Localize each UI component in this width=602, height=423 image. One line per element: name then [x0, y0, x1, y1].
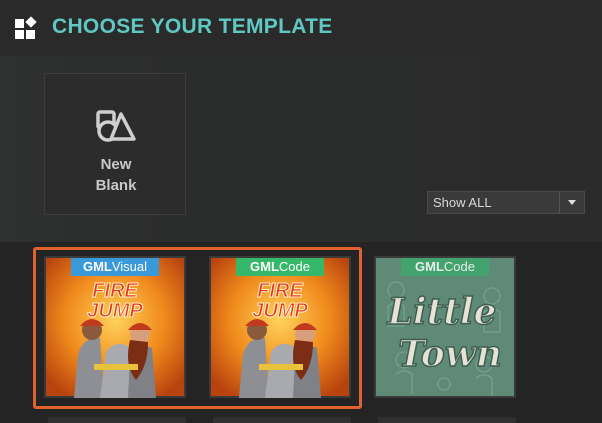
templates-icon	[15, 16, 37, 39]
template-tag: GMLVisual	[71, 258, 159, 276]
svg-text:FIRE: FIRE	[92, 280, 138, 302]
chevron-down-icon	[568, 200, 576, 205]
template-tag: GMLCode	[236, 258, 324, 276]
new-blank-label: New Blank	[45, 154, 187, 196]
header-bar: CHOOSE YOUR TEMPLATE	[0, 0, 602, 56]
page-title: CHOOSE YOUR TEMPLATE	[52, 15, 333, 38]
template-little-town-code[interactable]: GMLCode Little Town	[374, 256, 516, 398]
svg-text:JUMP: JUMP	[252, 300, 308, 320]
template-tag: GMLCode	[401, 258, 489, 276]
template-fire-jump-visual[interactable]: GMLVisual FIRE JUMP	[44, 256, 186, 398]
filter-selected-value: Show ALL	[433, 195, 492, 210]
fire-jump-logo: FIRE JUMP	[87, 280, 144, 321]
fire-jump-logo: FIRE JUMP	[252, 280, 309, 321]
svg-text:FIRE: FIRE	[257, 280, 303, 302]
template-fire-jump-code[interactable]: GMLCode FIRE JUMP	[209, 256, 351, 398]
svg-text:Little: Little	[387, 291, 497, 333]
little-town-logo: Little Town	[386, 290, 503, 376]
svg-text:Town: Town	[398, 333, 502, 375]
new-blank-line1: New	[100, 156, 132, 173]
svg-text:JUMP: JUMP	[87, 300, 143, 320]
new-blank-line2: Blank	[95, 177, 137, 194]
new-blank-button[interactable]: New Blank	[44, 73, 186, 215]
shapes-icon	[96, 110, 136, 142]
dropdown-toggle[interactable]	[559, 192, 584, 213]
filter-dropdown[interactable]: Show ALL	[427, 191, 585, 214]
